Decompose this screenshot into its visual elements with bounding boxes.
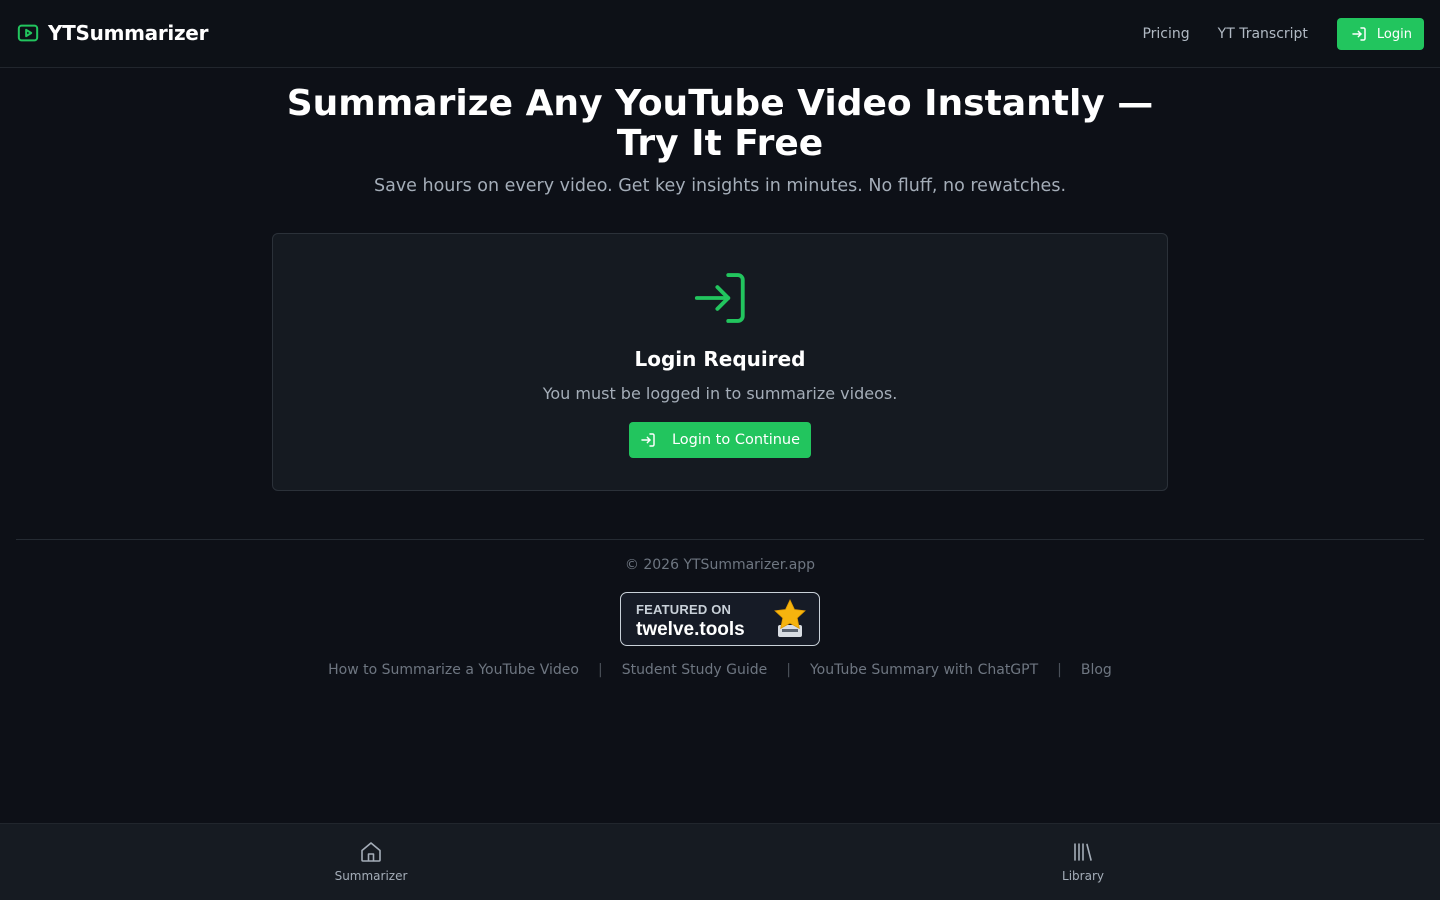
top-navbar: YTSummarizer Pricing YT Transcript Login bbox=[0, 0, 1440, 68]
login-icon bbox=[694, 273, 745, 323]
home-icon bbox=[361, 842, 381, 862]
nav-link-yt-transcript[interactable]: YT Transcript bbox=[1218, 18, 1308, 50]
footer-links: How to Summarize a YouTube Video | Stude… bbox=[0, 662, 1440, 678]
login-required-card: Login Required You must be logged in to … bbox=[272, 233, 1168, 491]
continue-button-label: Login to Continue bbox=[671, 432, 801, 448]
star-trophy-icon bbox=[774, 599, 806, 637]
library-icon bbox=[1074, 843, 1092, 861]
hero-subtitle: Save hours on every video. Get key insig… bbox=[373, 176, 1067, 196]
bottom-nav-summarizer[interactable]: Summarizer bbox=[311, 840, 431, 883]
page: YTSummarizer Pricing YT Transcript Login… bbox=[0, 0, 1440, 900]
brand-logo[interactable]: YTSummarizer bbox=[17, 21, 208, 45]
badge-site-name: twelve.tools bbox=[636, 619, 745, 640]
card-message: You must be logged in to summarize video… bbox=[542, 384, 898, 403]
bottom-nav: Summarizer Library bbox=[0, 823, 1440, 900]
badge-caption: FEATURED ON bbox=[636, 602, 732, 617]
bottom-nav-library[interactable]: Library bbox=[1023, 840, 1143, 883]
login-icon bbox=[1352, 27, 1366, 41]
bottom-nav-label: Summarizer bbox=[334, 869, 408, 883]
bottom-nav-label: Library bbox=[1062, 869, 1104, 883]
brand-name: YTSummarizer bbox=[48, 21, 209, 45]
footer-link-chatgpt-summary[interactable]: YouTube Summary with ChatGPT bbox=[810, 662, 1038, 678]
card-title: Login Required bbox=[634, 347, 806, 371]
featured-badge[interactable]: FEATURED ON twelve.tools bbox=[620, 592, 820, 646]
header-login-button[interactable]: Login bbox=[1336, 18, 1424, 50]
play-box-icon bbox=[17, 24, 39, 42]
login-icon bbox=[641, 433, 655, 447]
footer-link-how-to-summarize[interactable]: How to Summarize a YouTube Video bbox=[328, 662, 579, 678]
header-login-label: Login bbox=[1376, 26, 1412, 42]
hero-title: Summarize Any YouTube Video Instantly — … bbox=[286, 83, 1154, 164]
footer-link-student-guide[interactable]: Student Study Guide bbox=[622, 662, 768, 678]
nav-link-pricing[interactable]: Pricing bbox=[1142, 18, 1189, 50]
footer-separator: | bbox=[1057, 662, 1062, 678]
header-nav: Pricing YT Transcript Login bbox=[1142, 18, 1424, 50]
login-to-continue-button[interactable]: Login to Continue bbox=[629, 422, 811, 458]
footer-separator: | bbox=[786, 662, 791, 678]
footer-link-blog[interactable]: Blog bbox=[1081, 662, 1112, 678]
footer-divider bbox=[16, 539, 1424, 540]
copyright-text: © 2026 YTSummarizer.app bbox=[624, 557, 816, 573]
footer-separator: | bbox=[597, 662, 603, 678]
